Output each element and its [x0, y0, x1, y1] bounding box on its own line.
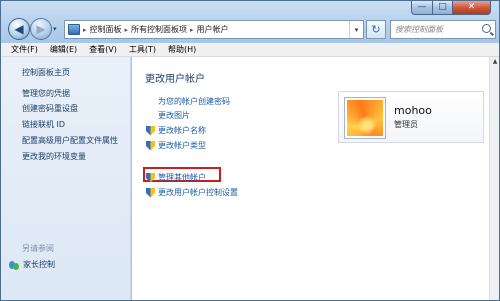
forward-button[interactable]: ▶ — [30, 18, 52, 40]
change-account-name-link[interactable]: 更改帐户名称 — [146, 125, 206, 136]
back-button[interactable]: ◀ — [8, 18, 30, 40]
task-label: 更改图片 — [158, 111, 190, 120]
refresh-button[interactable]: ↻ — [366, 20, 386, 39]
uac-shield-icon — [146, 172, 155, 183]
sidebar-item-manage-credentials[interactable]: 管理您的凭据 — [22, 88, 70, 99]
change-picture-link[interactable]: 更改图片 — [158, 110, 190, 121]
address-dropdown-button[interactable]: ▾ — [349, 21, 363, 38]
sidebar-item-password-reset-disk[interactable]: 创建密码重设盘 — [22, 103, 78, 114]
breadcrumb-separator[interactable]: ▸ — [190, 26, 194, 34]
minimize-button[interactable]: — — [411, 1, 433, 15]
menu-file[interactable]: 文件(F) — [5, 44, 44, 55]
menu-help[interactable]: 帮助(H) — [162, 44, 202, 55]
family-icon — [9, 260, 19, 270]
breadcrumb-all-items[interactable]: 所有控制面板项 — [131, 24, 187, 35]
user-name: mohoo — [394, 104, 432, 117]
avatar — [345, 98, 385, 138]
caption-buttons: — □ ✕ — [411, 1, 491, 15]
breadcrumb-user-accounts[interactable]: 用户帐户 — [197, 24, 229, 35]
menu-tools[interactable]: 工具(T) — [123, 44, 162, 55]
uac-shield-icon — [146, 140, 155, 151]
task-label: 为您的帐户创建密码 — [158, 97, 230, 106]
content-area: 控制面板主页 管理您的凭据 创建密码重设盘 链接联机 ID 配置高级用户配置文件… — [1, 57, 499, 300]
menu-view[interactable]: 查看(V) — [83, 44, 123, 55]
page-title: 更改用户帐户 — [145, 74, 205, 85]
sidebar-item-parental-controls[interactable]: 家长控制 — [9, 259, 55, 270]
menu-edit[interactable]: 编辑(E) — [44, 44, 83, 55]
scroll-up-arrow-icon[interactable]: ▲ — [491, 58, 499, 67]
close-button[interactable]: ✕ — [453, 1, 491, 15]
control-panel-icon — [68, 24, 80, 35]
parental-controls-label: 家长控制 — [23, 260, 55, 269]
breadcrumb-control-panel[interactable]: 控制面板 — [90, 24, 122, 35]
navigation-bar: ◀ ▶ ▾ ▸ 控制面板 ▸ 所有控制面板项 ▸ 用户帐户 ▾ ↻ 搜索控制面板 — [6, 18, 496, 42]
uac-shield-icon — [146, 187, 155, 198]
see-also-heading: 另请参阅 — [22, 244, 54, 253]
change-account-type-link[interactable]: 更改帐户类型 — [146, 140, 206, 151]
main-panel: 更改用户帐户 为您的帐户创建密码 更改图片 更改帐户名称 更改帐户类型 管理其他… — [132, 57, 489, 300]
uac-shield-icon — [146, 125, 155, 136]
user-role: 管理员 — [394, 120, 418, 129]
task-label: 更改帐户名称 — [158, 126, 206, 135]
breadcrumb-separator[interactable]: ▸ — [125, 26, 129, 34]
task-label: 管理其他帐户 — [158, 173, 206, 182]
address-bar[interactable]: ▸ 控制面板 ▸ 所有控制面板项 ▸ 用户帐户 ▾ — [64, 20, 364, 39]
sidebar: 控制面板主页 管理您的凭据 创建密码重设盘 链接联机 ID 配置高级用户配置文件… — [1, 57, 131, 300]
search-placeholder: 搜索控制面板 — [395, 25, 443, 34]
sidebar-item-advanced-profile[interactable]: 配置高级用户配置文件属性 — [22, 135, 118, 146]
create-password-link[interactable]: 为您的帐户创建密码 — [158, 96, 230, 107]
manage-other-accounts-link[interactable]: 管理其他帐户 — [146, 172, 206, 183]
search-icon[interactable] — [482, 24, 491, 33]
sidebar-item-link-online-id[interactable]: 链接联机 ID — [22, 119, 65, 130]
control-panel-window: — □ ✕ ◀ ▶ ▾ ▸ 控制面板 ▸ 所有控制面板项 ▸ 用户帐户 ▾ ↻ … — [0, 0, 500, 301]
maximize-button[interactable]: □ — [433, 1, 453, 15]
task-label: 更改用户帐户控制设置 — [158, 188, 238, 197]
task-label: 更改帐户类型 — [158, 141, 206, 150]
menu-bar: 文件(F) 编辑(E) 查看(V) 工具(T) 帮助(H) — [1, 43, 499, 57]
sidebar-item-environment-variables[interactable]: 更改我的环境变量 — [22, 151, 86, 162]
sidebar-item-control-panel-home[interactable]: 控制面板主页 — [22, 67, 70, 78]
breadcrumb-separator[interactable]: ▸ — [83, 26, 87, 34]
user-account-card: mohoo 管理员 — [338, 91, 484, 143]
search-input[interactable]: 搜索控制面板 — [390, 20, 496, 39]
change-uac-settings-link[interactable]: 更改用户帐户控制设置 — [146, 187, 238, 198]
recent-pages-dropdown[interactable]: ▾ — [53, 25, 57, 33]
vertical-scrollbar[interactable]: ▲ — [489, 57, 499, 300]
